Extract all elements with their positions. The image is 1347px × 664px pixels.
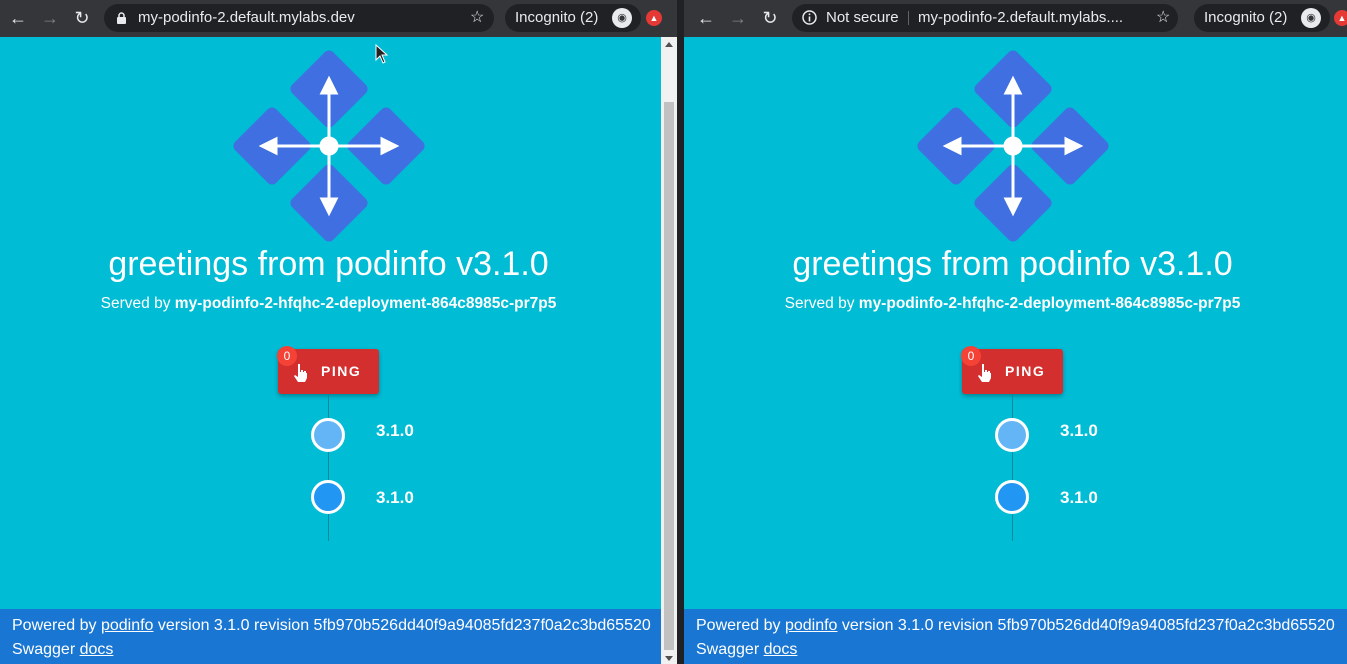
hand-pointer-icon	[978, 364, 991, 382]
scroll-up-arrow[interactable]	[665, 42, 673, 47]
footer: Powered by podinfo version 3.1.0 revisio…	[684, 609, 1347, 664]
back-button[interactable]: ←	[6, 6, 30, 30]
forward-button[interactable]: →	[38, 6, 62, 30]
served-by: Served by my-podinfo-2-hfqhc-2-deploymen…	[0, 295, 657, 313]
browser-toolbar: ← → ↻ Not secure my-podinfo-2.default.my…	[684, 0, 1347, 37]
back-button[interactable]: ←	[694, 6, 718, 30]
timeline-version: 3.1.0	[376, 488, 414, 507]
incognito-icon: ◉	[1301, 8, 1321, 28]
security-status: Not secure	[826, 9, 899, 26]
footer-version-text: version 3.1.0 revision 5fb970b526dd40f9a…	[841, 617, 1335, 634]
greeting-title: greetings from podinfo v3.1.0	[792, 245, 1233, 283]
scrollbar[interactable]	[661, 37, 677, 664]
incognito-icon: ◉	[612, 8, 632, 28]
greeting-title: greetings from podinfo v3.1.0	[108, 245, 549, 283]
docs-link[interactable]: docs	[764, 641, 798, 658]
star-icon[interactable]: ☆	[470, 4, 484, 32]
browser-window-right: ← → ↻ Not secure my-podinfo-2.default.my…	[684, 0, 1347, 664]
footer-line-2: Swagger docs	[696, 641, 797, 659]
podinfo-page: greetings from podinfo v3.1.0 Served by …	[0, 37, 661, 664]
served-by-prefix: Served by	[100, 295, 171, 312]
footer-line-1: Powered by podinfo version 3.1.0 revisio…	[12, 617, 651, 635]
omnibox-separator	[908, 11, 909, 25]
ping-button[interactable]: 0 PING	[277, 346, 379, 394]
timeline-version: 3.1.0	[1060, 421, 1098, 440]
footer-line-1: Powered by podinfo version 3.1.0 revisio…	[696, 617, 1335, 635]
podinfo-link[interactable]: podinfo	[785, 617, 838, 634]
reload-button[interactable]: ↻	[758, 6, 782, 30]
footer-swagger-text: Swagger	[12, 641, 76, 658]
timeline-dot	[311, 418, 345, 452]
url-text: my-podinfo-2.default.mylabs.dev	[138, 9, 355, 26]
hand-pointer-icon	[294, 364, 307, 382]
incognito-label: Incognito (2)	[1204, 9, 1288, 26]
window-divider	[677, 0, 684, 664]
browser-toolbar: ← → ↻ my-podinfo-2.default.mylabs.dev ☆ …	[0, 0, 677, 37]
scroll-down-arrow[interactable]	[665, 656, 673, 661]
address-bar[interactable]: my-podinfo-2.default.mylabs.dev ☆	[104, 4, 494, 32]
timeline-dot	[995, 480, 1029, 514]
footer-powered-text: Powered by	[696, 617, 781, 634]
podinfo-logo	[917, 50, 1109, 242]
timeline-dot	[311, 480, 345, 514]
podinfo-logo	[233, 50, 425, 242]
podinfo-link[interactable]: podinfo	[101, 617, 154, 634]
served-by-host: my-podinfo-2-hfqhc-2-deployment-864c8985…	[858, 295, 1241, 312]
forward-button[interactable]: →	[726, 6, 750, 30]
footer-version-text: version 3.1.0 revision 5fb970b526dd40f9a…	[157, 617, 651, 634]
incognito-indicator[interactable]: Incognito (2) ◉	[505, 4, 641, 32]
scrollbar-thumb[interactable]	[664, 102, 674, 650]
incognito-indicator[interactable]: Incognito (2) ◉	[1194, 4, 1330, 32]
footer-line-2: Swagger docs	[12, 641, 113, 659]
incognito-label: Incognito (2)	[515, 9, 599, 26]
extension-icon[interactable]: ▲	[1334, 10, 1347, 26]
ping-label: PING	[321, 363, 362, 379]
ping-button[interactable]: 0 PING	[961, 346, 1063, 394]
browser-window-left: ← → ↻ my-podinfo-2.default.mylabs.dev ☆ …	[0, 0, 677, 664]
podinfo-page: greetings from podinfo v3.1.0 Served by …	[684, 37, 1347, 664]
address-bar[interactable]: Not secure my-podinfo-2.default.mylabs..…	[792, 4, 1178, 32]
footer-swagger-text: Swagger	[696, 641, 760, 658]
served-by-prefix: Served by	[784, 295, 855, 312]
served-by: Served by my-podinfo-2-hfqhc-2-deploymen…	[684, 295, 1341, 313]
docs-link[interactable]: docs	[80, 641, 114, 658]
timeline-dot	[995, 418, 1029, 452]
ping-label: PING	[1005, 363, 1046, 379]
info-icon	[802, 4, 817, 32]
footer-powered-text: Powered by	[12, 617, 97, 634]
star-icon[interactable]: ☆	[1156, 4, 1170, 32]
reload-button[interactable]: ↻	[70, 6, 94, 30]
mouse-cursor-icon	[375, 44, 389, 64]
timeline-line	[1012, 394, 1013, 541]
lock-icon	[116, 4, 127, 32]
footer: Powered by podinfo version 3.1.0 revisio…	[0, 609, 661, 664]
timeline-line	[328, 394, 329, 541]
served-by-host: my-podinfo-2-hfqhc-2-deployment-864c8985…	[174, 295, 557, 312]
timeline-version: 3.1.0	[376, 421, 414, 440]
timeline-version: 3.1.0	[1060, 488, 1098, 507]
url-text: my-podinfo-2.default.mylabs....	[918, 9, 1124, 26]
extension-icon[interactable]: ▲	[646, 10, 662, 26]
